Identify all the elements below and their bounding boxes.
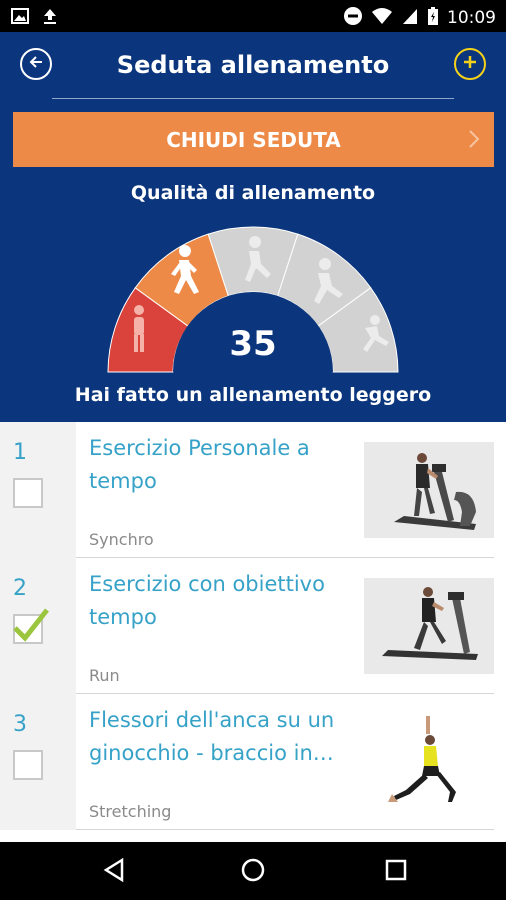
status-time: 10:09: [447, 8, 496, 28]
exercise-title: Esercizio Personale a tempo: [89, 436, 310, 493]
exercise-type: Stretching: [89, 802, 172, 821]
session-header: Seduta allenamento CHIUDI SEDUTA Qualità…: [0, 32, 506, 422]
exercise-number: 1: [13, 440, 27, 465]
navigation-bar: [0, 842, 506, 900]
quality-message: Hai fatto un allenamento leggero: [74, 384, 432, 406]
close-session-label: CHIUDI SEDUTA: [166, 127, 341, 152]
back-triangle-icon[interactable]: [100, 856, 128, 888]
list-item[interactable]: 3 Flessori dell'anca su un ginocchio - b…: [0, 694, 506, 830]
close-session-button[interactable]: CHIUDI SEDUTA: [13, 112, 494, 167]
exercise-checkbox[interactable]: [13, 750, 43, 780]
status-bar: 10:09: [0, 0, 506, 32]
plus-icon: [462, 54, 478, 74]
recents-square-icon[interactable]: [382, 856, 410, 888]
list-item[interactable]: 2 Esercizio con obiettivo tempo Run: [0, 558, 506, 694]
home-circle-icon[interactable]: [239, 856, 267, 888]
battery-icon: [427, 6, 439, 30]
page-title: Seduta allenamento: [116, 51, 390, 79]
row-left-panel: 1: [0, 422, 76, 558]
row-left-panel: 2: [0, 558, 76, 694]
do-not-disturb-icon: [343, 6, 363, 30]
exercise-title: Esercizio con obiettivo tempo: [89, 572, 325, 629]
elliptical-trainer-image: [364, 442, 494, 538]
exercise-checkbox[interactable]: [13, 608, 49, 644]
signal-icon: [401, 6, 419, 30]
exercise-type: Synchro: [89, 530, 154, 549]
wifi-icon: [371, 6, 393, 30]
exercise-type: Run: [89, 666, 120, 685]
checkmark-icon: [13, 608, 49, 642]
stretching-lunge-image: [364, 714, 494, 810]
exercise-number: 3: [13, 712, 27, 737]
quality-label: Qualità di allenamento: [130, 182, 376, 204]
exercise-checkbox[interactable]: [13, 478, 43, 508]
treadmill-image: [364, 578, 494, 674]
header-divider: [52, 98, 454, 99]
quality-score: 35: [229, 324, 277, 364]
upload-icon: [40, 6, 60, 30]
add-button[interactable]: [454, 48, 486, 80]
row-divider: [76, 829, 494, 830]
exercise-title: Flessori dell'anca su un ginocchio - bra…: [89, 708, 335, 765]
image-icon: [10, 6, 30, 30]
row-left-panel: 3: [0, 694, 76, 830]
exercise-list: 1 Esercizio Personale a tempo Synchro 2 …: [0, 422, 506, 842]
list-item[interactable]: 1 Esercizio Personale a tempo Synchro: [0, 422, 506, 558]
exercise-number: 2: [13, 576, 27, 601]
chevron-right-icon: [468, 128, 480, 154]
